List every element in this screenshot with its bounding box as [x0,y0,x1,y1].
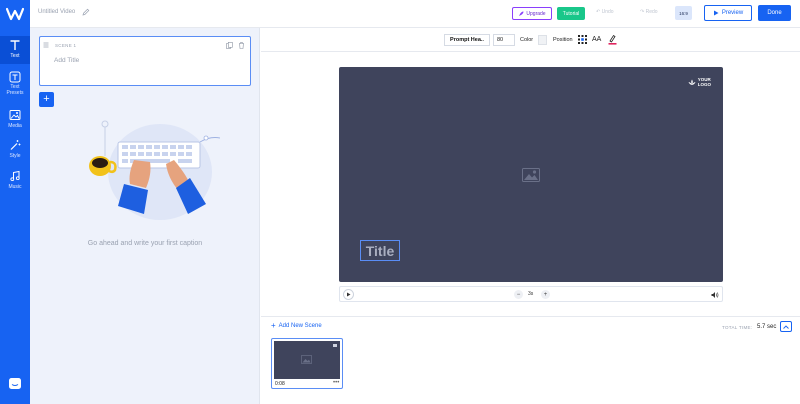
text-presets-icon [8,70,22,83]
text-icon [8,38,22,52]
add-new-scene-label: Add New Scene [278,323,322,329]
video-canvas[interactable]: YOUR LOGO Title [339,67,723,282]
font-select[interactable]: Prompt Hea.. [444,34,490,46]
volume-icon[interactable] [711,291,719,299]
preview-button[interactable]: Preview [704,5,752,21]
music-icon [8,169,22,183]
plus-icon: + [271,321,276,330]
media-icon [8,108,22,122]
increase-duration-button[interactable]: + [541,290,550,299]
text-toolbar: Prompt Hea.. 80 Color Position AA [261,28,800,52]
play-icon [347,292,351,297]
timeline: + Add New Scene TOTAL TIME: 5.7 sec 0:08… [261,316,800,404]
playback-bar: − 3s + [339,286,723,302]
text-case-button[interactable]: AA [592,36,601,43]
play-button[interactable] [343,289,354,300]
rail-item-label: Text Presets [6,84,24,96]
highlight-color-icon[interactable] [608,34,617,45]
empty-caption: Go ahead and write your first caption [87,240,203,247]
mini-logo [333,344,337,347]
total-time-label: TOTAL TIME: [722,325,753,330]
rail-item-label: Music [8,184,22,190]
collapse-timeline-button[interactable] [780,321,792,332]
add-title-input[interactable]: Add Title [54,57,79,64]
rail-item-style[interactable]: Style [0,136,30,164]
aspect-ratio-button[interactable]: 16:9 [675,6,692,20]
rail-item-label: Style [9,153,21,159]
upgrade-button[interactable]: Upgrade [512,7,552,20]
decrease-duration-button[interactable]: − [514,290,523,299]
add-scene-button[interactable]: + [39,92,54,107]
undo-button[interactable]: ↶ Undo [596,9,614,15]
rail-item-label: Text [10,53,20,59]
drag-handle-icon[interactable] [43,42,49,48]
redo-label: Redo [645,9,658,15]
done-label: Done [767,10,782,16]
left-rail: Text Text Presets Media Style Music [0,0,30,404]
scene-thumbnail-preview [274,341,340,379]
top-bar: Untitled Video Upgrade Tutorial ↶ Undo ↷… [30,0,800,28]
total-time-value: 5.7 sec [757,324,777,330]
position-label: Position [553,37,573,43]
play-icon [713,10,719,16]
chat-support-icon[interactable] [8,377,22,391]
font-size-input[interactable]: 80 [493,34,515,46]
upgrade-label: Upgrade [526,10,546,17]
color-swatch[interactable] [538,35,547,45]
trash-icon[interactable] [238,42,245,49]
redo-button[interactable]: ↷ Redo [640,9,658,15]
magic-wand-icon [8,138,22,152]
canvas-title-text[interactable]: Title [360,240,400,261]
rail-item-music[interactable]: Music [0,167,30,195]
add-new-scene-button[interactable]: + Add New Scene [271,321,322,330]
more-options-icon[interactable]: ••• [333,380,339,386]
rail-item-text[interactable]: Text [0,36,30,64]
scene-thumbnail[interactable]: 0:08 ••• [271,338,343,389]
tutorial-button[interactable]: Tutorial [557,7,585,20]
image-placeholder-icon [301,355,312,364]
logo-text: YOUR LOGO [697,77,711,87]
done-button[interactable]: Done [758,5,791,21]
position-grid-icon[interactable] [578,35,587,44]
chevron-up-icon [783,324,789,329]
aspect-ratio-label: 16:9 [679,10,688,16]
scene-label: SCENE 1 [55,43,77,48]
video-title[interactable]: Untitled Video [38,9,75,15]
duplicate-icon[interactable] [226,42,233,49]
tutorial-label: Tutorial [562,10,580,17]
image-placeholder-icon [522,168,540,182]
lotus-icon [688,79,696,85]
typing-illustration [89,120,220,220]
rail-item-label: Media [8,123,22,129]
rocket-icon [519,11,524,16]
app-logo-icon[interactable] [6,7,24,21]
rail-item-media[interactable]: Media [0,106,30,134]
color-label: Color [520,37,534,43]
pencil-icon[interactable] [82,8,90,16]
scene-panel: SCENE 1 Add Title + Go ahead and write y… [30,28,260,404]
preview-label: Preview [721,10,744,16]
scene-duration-label: 0:08 [275,381,285,387]
scene-card[interactable]: SCENE 1 Add Title [39,36,251,86]
rail-item-text-presets[interactable]: Text Presets [0,68,30,96]
logo-placeholder[interactable]: YOUR LOGO [688,77,711,87]
undo-label: Undo [601,9,614,15]
scene-duration: 3s [528,291,534,297]
